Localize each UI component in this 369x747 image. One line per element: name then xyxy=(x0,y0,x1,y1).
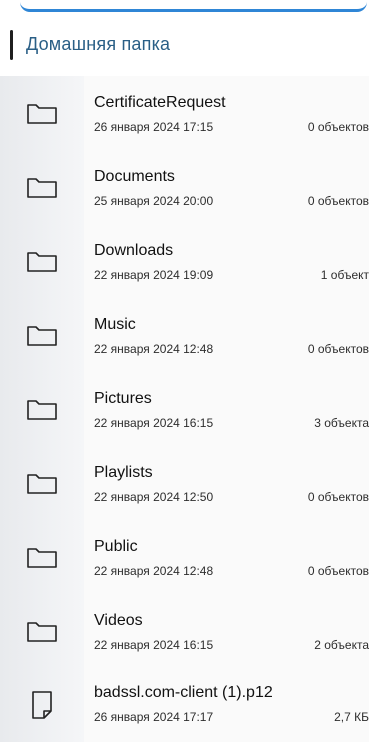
item-icon-cell xyxy=(0,668,84,742)
item-date: 22 января 2024 19:09 xyxy=(94,268,214,282)
item-name: Pictures xyxy=(94,390,152,407)
page-title: Домашняя папка xyxy=(26,34,171,54)
top-accent-bar xyxy=(20,0,367,12)
item-date: 22 января 2024 16:15 xyxy=(94,416,214,430)
item-name: CertificateRequest xyxy=(94,94,226,111)
item-name: Downloads xyxy=(94,242,174,259)
item-icon-cell xyxy=(0,520,84,594)
folder-icon xyxy=(27,104,57,124)
list-item-downloads[interactable]: Downloads 22 января 2024 19:09 1 объект xyxy=(0,224,369,298)
item-name: Playlists xyxy=(94,464,153,481)
item-name: badssl.com-client (1).p12 xyxy=(94,684,273,701)
item-icon-cell xyxy=(0,594,84,668)
item-icon-cell xyxy=(0,224,84,298)
item-date: 22 января 2024 12:48 xyxy=(94,342,214,356)
list-item-public[interactable]: Public 22 января 2024 12:48 0 объектов xyxy=(0,520,369,594)
item-text-cell: Music 22 января 2024 12:48 0 объектов xyxy=(84,298,369,372)
item-count: 0 объектов xyxy=(307,342,369,356)
item-count: 0 объектов xyxy=(307,120,369,134)
list-item-pictures[interactable]: Pictures 22 января 2024 16:15 3 объекта xyxy=(0,372,369,446)
item-date: 26 января 2024 17:17 xyxy=(94,710,214,724)
list-item-certificaterequest[interactable]: CertificateRequest 26 января 2024 17:15 … xyxy=(0,76,369,150)
item-text-cell: CertificateRequest 26 января 2024 17:15 … xyxy=(84,76,369,150)
header-marker xyxy=(10,30,13,60)
folder-icon xyxy=(27,548,57,568)
list-item-music[interactable]: Music 22 января 2024 12:48 0 объектов xyxy=(0,298,369,372)
item-count: 3 объекта xyxy=(314,416,369,430)
list-item-playlists[interactable]: Playlists 22 января 2024 12:50 0 объекто… xyxy=(0,446,369,520)
item-count: 2 объекта xyxy=(314,638,369,652)
list-item-videos[interactable]: Videos 22 января 2024 16:15 2 объекта xyxy=(0,594,369,668)
item-date: 22 января 2024 12:50 xyxy=(94,490,214,504)
list-item-badssl-client-p12[interactable]: badssl.com-client (1).p12 26 января 2024… xyxy=(0,668,369,742)
item-text-cell: Pictures 22 января 2024 16:15 3 объекта xyxy=(84,372,369,446)
item-icon-cell xyxy=(0,150,84,224)
list-item-documents[interactable]: Documents 25 января 2024 20:00 0 объекто… xyxy=(0,150,369,224)
folder-icon xyxy=(27,474,57,494)
item-count: 0 объектов xyxy=(307,490,369,504)
item-text-cell: Downloads 22 января 2024 19:09 1 объект xyxy=(84,224,369,298)
folder-icon xyxy=(27,326,57,346)
item-icon-cell xyxy=(0,76,84,150)
item-icon-cell xyxy=(0,372,84,446)
item-date: 25 января 2024 20:00 xyxy=(94,194,214,208)
item-name: Documents xyxy=(94,168,175,185)
item-text-cell: Documents 25 января 2024 20:00 0 объекто… xyxy=(84,150,369,224)
item-text-cell: badssl.com-client (1).p12 26 января 2024… xyxy=(84,668,369,742)
file-icon xyxy=(32,691,52,719)
folder-icon xyxy=(27,400,57,420)
item-icon-cell xyxy=(0,298,84,372)
item-count: 0 объектов xyxy=(307,194,369,208)
folder-icon xyxy=(27,252,57,272)
folder-icon xyxy=(27,178,57,198)
folder-icon xyxy=(27,622,57,642)
item-name: Videos xyxy=(94,612,143,629)
item-icon-cell xyxy=(0,446,84,520)
file-list: CertificateRequest 26 января 2024 17:15 … xyxy=(0,76,369,747)
item-name: Public xyxy=(94,538,138,555)
item-count: 1 объект xyxy=(320,268,369,282)
item-date: 22 января 2024 12:48 xyxy=(94,564,214,578)
item-text-cell: Playlists 22 января 2024 12:50 0 объекто… xyxy=(84,446,369,520)
item-date: 22 января 2024 16:15 xyxy=(94,638,214,652)
item-size: 2,7 КБ xyxy=(334,710,369,724)
item-count: 0 объектов xyxy=(307,564,369,578)
item-date: 26 января 2024 17:15 xyxy=(94,120,214,134)
item-text-cell: Public 22 января 2024 12:48 0 объектов xyxy=(84,520,369,594)
item-name: Music xyxy=(94,316,136,333)
item-text-cell: Videos 22 января 2024 16:15 2 объекта xyxy=(84,594,369,668)
